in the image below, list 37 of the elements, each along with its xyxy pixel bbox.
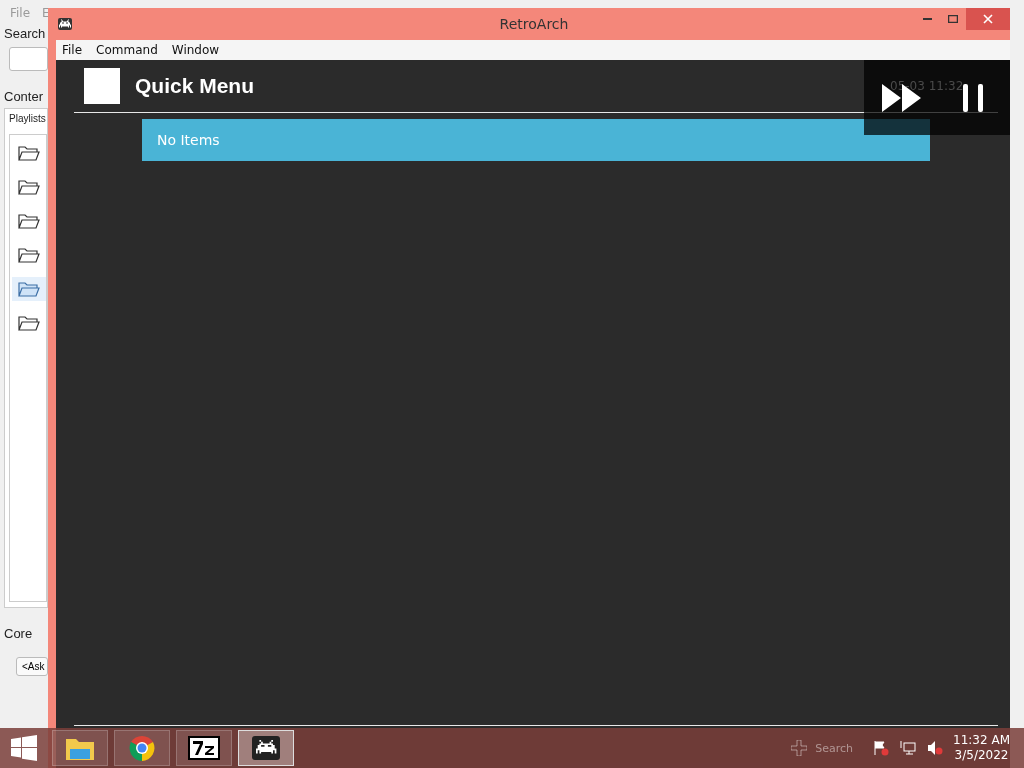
section-label: Conter [4, 89, 45, 104]
dpad-icon [791, 740, 808, 756]
windows-logo-icon[interactable] [11, 735, 37, 761]
network-icon[interactable] [899, 740, 918, 756]
core-dropdown[interactable]: <Ask [16, 657, 48, 676]
invader-icon [252, 736, 280, 760]
flag-icon[interactable] [873, 740, 890, 756]
menu-title: Quick Menu [135, 74, 255, 98]
minimize-icon [922, 18, 932, 20]
fast-forward-icon[interactable] [882, 83, 922, 112]
folder-icon [18, 281, 40, 297]
pause-icon[interactable] [962, 83, 984, 112]
browser-icon [128, 734, 156, 762]
folder-icon [18, 145, 40, 161]
taskbar-app[interactable] [238, 730, 294, 766]
playlists-tab[interactable]: Playlists [9, 113, 46, 124]
speaker-muted-icon[interactable] [927, 740, 944, 756]
folder-icon [18, 247, 40, 263]
clock-time[interactable]: 11:32 AM [953, 733, 1010, 748]
folder-icon [18, 315, 40, 331]
hint-label: Search [815, 741, 854, 755]
window-title: RetroArch [499, 16, 569, 32]
search-label: Search [4, 26, 47, 41]
core-label: Core [4, 626, 34, 641]
folder-icon [18, 213, 40, 229]
menu-item[interactable]: Window [171, 43, 220, 57]
invader-icon [58, 18, 72, 30]
menu-item[interactable]: File [62, 43, 83, 57]
thumbnail [84, 68, 120, 104]
folder-icon [18, 179, 40, 195]
clock-date[interactable]: 3/5/2022 [954, 748, 1009, 763]
archive-icon [188, 736, 220, 760]
menu-item[interactable]: Command [96, 43, 158, 57]
maximize-icon [948, 15, 958, 23]
search-field[interactable] [9, 47, 48, 71]
playlist-item[interactable] [12, 277, 46, 301]
close-icon [983, 14, 993, 24]
